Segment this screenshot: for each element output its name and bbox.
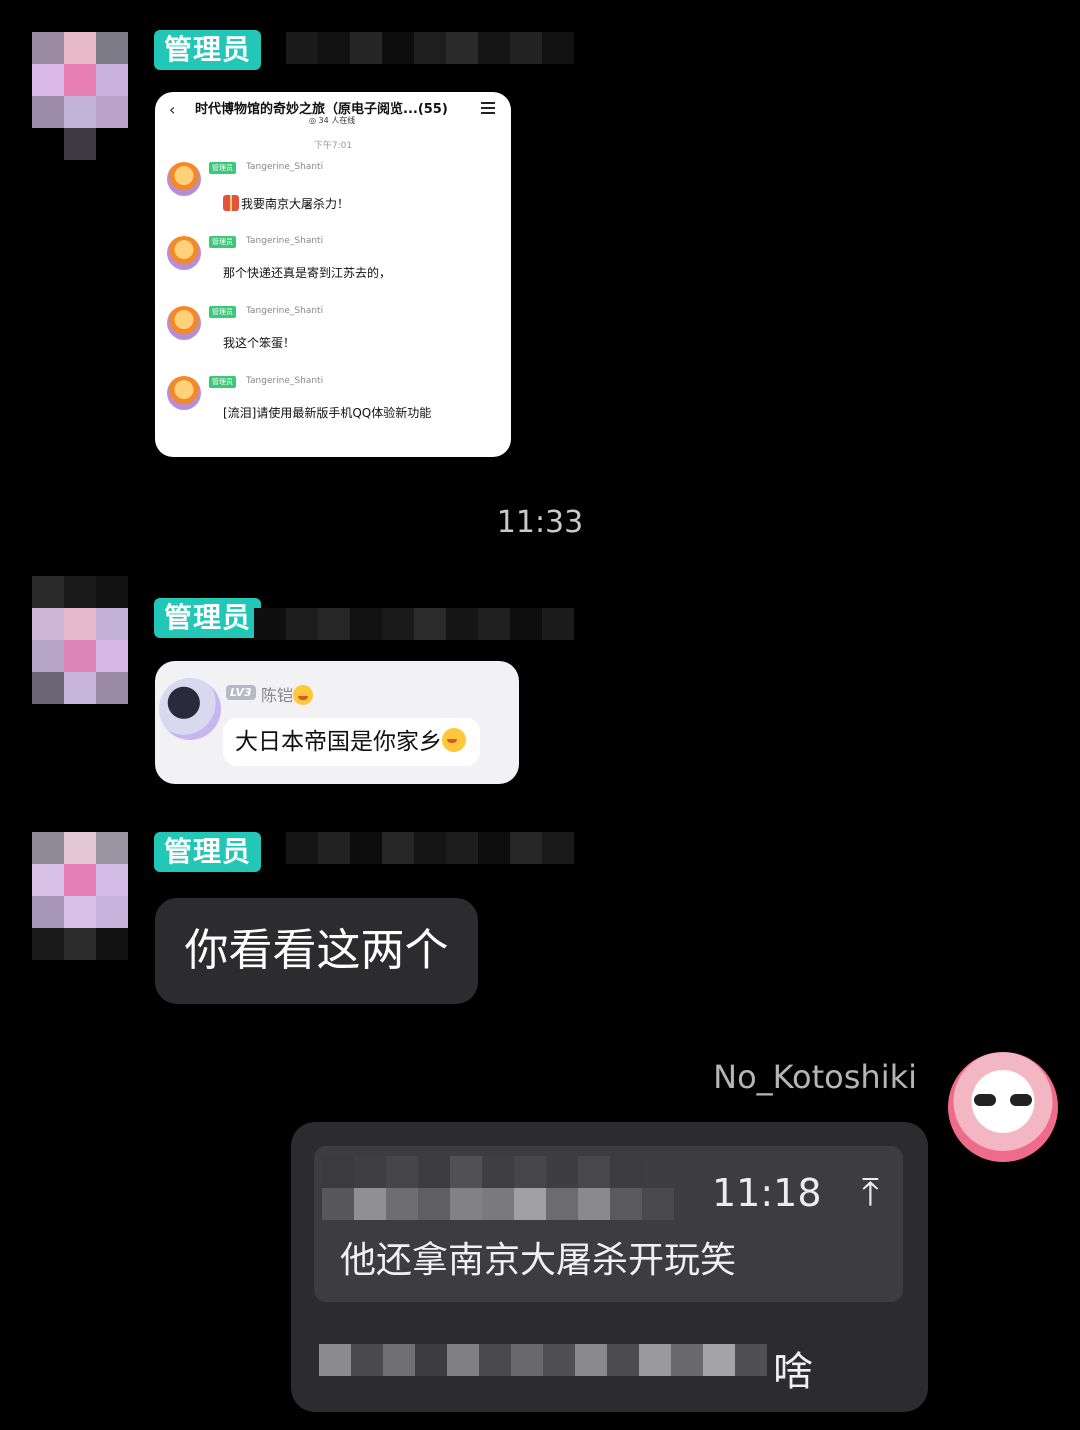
screenshot-message: 管理员 Tangerine_Shanti 我要南京大屠杀力！ xyxy=(167,162,497,232)
screenshot-online-count: ◎ 34 人在线 xyxy=(309,116,356,125)
admin-badge: 管理员 xyxy=(154,30,262,70)
level-badge: LV3 xyxy=(226,685,256,700)
message-text: 我要南京大屠杀力！ xyxy=(223,195,483,213)
back-arrow-icon: ‹ xyxy=(169,100,176,119)
admin-tag: 管理员 xyxy=(209,236,236,248)
menu-icon xyxy=(481,102,495,117)
username: Tangerine_Shanti xyxy=(246,162,324,172)
username: Tangerine_Shanti xyxy=(246,236,324,246)
screenshot-message: 管理员 Tangerine_Shanti [流泪]请使用最新版手机QQ体验新功能 xyxy=(167,376,497,446)
yum-emoji-icon xyxy=(442,728,466,752)
sender-name-censored xyxy=(286,832,574,864)
username: Tangerine_Shanti xyxy=(246,306,324,316)
quoted-text: 他还拿南京大屠杀开玩笑 xyxy=(340,1240,737,1281)
reply-text-visible: 啥 xyxy=(773,1349,813,1395)
admin-tag: 管理员 xyxy=(209,162,236,174)
avatar xyxy=(167,236,201,270)
screenshot-message: 管理员 Tangerine_Shanti 我这个笨蛋！ xyxy=(167,306,497,376)
avatar xyxy=(167,306,201,340)
quoted-time: 11:18 xyxy=(712,1171,822,1215)
reply-text-censored xyxy=(319,1344,767,1376)
laugh-emoji-icon xyxy=(293,685,314,705)
reply-message-bubble[interactable]: 11:18 ⤒ 他还拿南京大屠杀开玩笑 啥 xyxy=(291,1122,928,1412)
sender-name-censored xyxy=(254,608,574,640)
sender-name-censored xyxy=(286,32,574,64)
admin-badge: 管理员 xyxy=(154,832,262,872)
avatar xyxy=(167,376,201,410)
sender-avatar-censored[interactable] xyxy=(32,832,128,960)
screenshot-message: 管理员 Tangerine_Shanti 那个快递还真是寄到江苏去的， xyxy=(167,236,497,306)
admin-tag: 管理员 xyxy=(209,306,236,318)
quoted-message[interactable]: 11:18 ⤒ 他还拿南京大屠杀开玩笑 xyxy=(314,1146,903,1302)
message-text: 大日本帝国是你家乡 xyxy=(223,718,480,766)
my-username: No_Kotoshiki xyxy=(713,1058,917,1096)
admin-tag: 管理员 xyxy=(209,376,236,388)
message-text: [流泪]请使用最新版手机QQ体验新功能 xyxy=(223,406,432,420)
my-avatar[interactable] xyxy=(948,1052,1058,1162)
message-text: 那个快递还真是寄到江苏去的， xyxy=(223,266,392,280)
avatar xyxy=(167,162,201,196)
time-divider: 11:33 xyxy=(496,505,584,540)
message-bubble[interactable]: 你看看这两个 xyxy=(155,898,478,1004)
sender-avatar-censored[interactable] xyxy=(32,576,128,704)
quoted-sender-censored xyxy=(322,1156,674,1220)
avatar xyxy=(159,678,221,740)
gift-icon xyxy=(223,195,239,211)
username: Tangerine_Shanti xyxy=(246,376,324,386)
jump-up-icon[interactable]: ⤒ xyxy=(862,1170,879,1215)
chat-screenshot-image[interactable]: LV3 陈铠 大日本帝国是你家乡 xyxy=(155,661,519,784)
screenshot-time: 下午7:01 xyxy=(313,141,353,151)
message-text: 我这个笨蛋！ xyxy=(223,336,296,350)
admin-badge: 管理员 xyxy=(154,598,262,638)
chat-screenshot-image[interactable]: ‹ 时代博物馆的奇妙之旅（原电子阅览...(55) ◎ 34 人在线 下午7:0… xyxy=(155,92,511,457)
sender-avatar-censored[interactable] xyxy=(32,32,128,160)
username: 陈铠 xyxy=(261,682,314,706)
